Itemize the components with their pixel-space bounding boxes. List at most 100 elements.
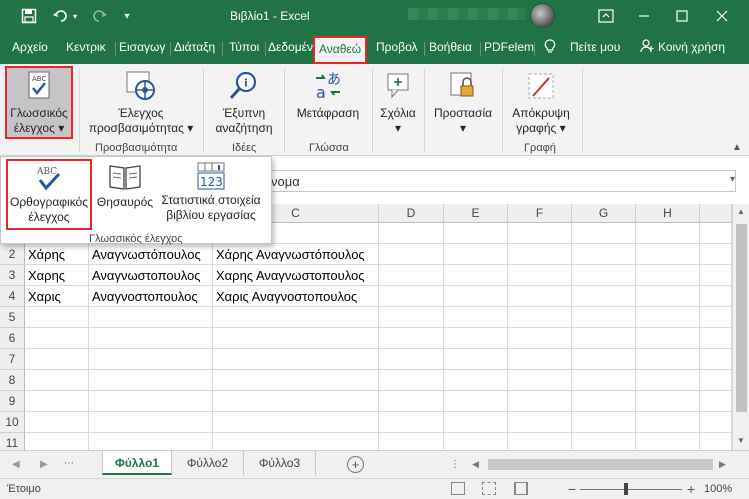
maximize-icon[interactable] xyxy=(670,5,694,27)
grid-cell[interactable] xyxy=(700,265,732,286)
page-layout-view-icon[interactable] xyxy=(482,482,496,495)
grid-cell[interactable] xyxy=(444,433,508,450)
grid-cell[interactable] xyxy=(444,265,508,286)
grid-cell[interactable] xyxy=(572,307,636,328)
tab-insert[interactable]: Εισαγωγ xyxy=(119,40,165,54)
tab-review[interactable]: Αναθεώ xyxy=(313,36,368,64)
sheet-tab-2[interactable]: Φύλλο2 xyxy=(172,451,244,475)
grid-cell[interactable] xyxy=(636,307,700,328)
zoom-level[interactable]: 100% xyxy=(704,483,732,495)
grid-cell[interactable] xyxy=(700,370,732,391)
tab-formulas[interactable]: Τύποι xyxy=(229,40,259,54)
protect-button[interactable]: Προστασία ▾ xyxy=(428,70,498,136)
grid-cell[interactable] xyxy=(572,433,636,450)
grid-cell[interactable] xyxy=(508,286,572,307)
cell-value[interactable]: Χαρης Αναγνωστοπουλος xyxy=(213,266,365,286)
column-header-h[interactable]: H xyxy=(636,204,700,223)
column-header-g[interactable]: G xyxy=(572,204,636,223)
cell-value[interactable]: Αναγνοστοπουλος xyxy=(89,287,198,307)
prev-sheet-icon[interactable]: ◀ xyxy=(12,459,20,470)
grid-cell[interactable] xyxy=(89,328,213,349)
check-accessibility-button[interactable]: Έλεγχος προσβασιμότητας ▾ xyxy=(84,70,198,136)
grid-cell[interactable] xyxy=(636,328,700,349)
thesaurus-button[interactable]: Θησαυρός xyxy=(95,163,155,210)
grid-cell[interactable] xyxy=(572,244,636,265)
grid-cell[interactable] xyxy=(572,412,636,433)
grid-cell[interactable] xyxy=(444,412,508,433)
grid-cell[interactable] xyxy=(700,286,732,307)
cell-value[interactable]: Χαρης xyxy=(25,266,65,286)
grid-cell[interactable] xyxy=(700,412,732,433)
share-person-icon[interactable] xyxy=(640,39,654,56)
undo-dropdown-icon[interactable]: ▾ xyxy=(70,6,80,26)
zoom-in-icon[interactable]: + xyxy=(687,481,695,497)
grid-cell[interactable] xyxy=(25,391,89,412)
comments-button[interactable]: Σχόλια ▾ xyxy=(376,70,420,136)
column-header-d[interactable]: D xyxy=(379,204,444,223)
customize-toolbar-icon[interactable]: ▾ xyxy=(116,6,138,26)
page-break-view-icon[interactable] xyxy=(514,482,528,495)
grid-cell[interactable] xyxy=(508,412,572,433)
horizontal-scroll-thumb[interactable] xyxy=(488,459,713,470)
grid-cell[interactable] xyxy=(508,307,572,328)
grid-cell[interactable] xyxy=(444,286,508,307)
column-header-f[interactable]: F xyxy=(508,204,572,223)
grid-cell[interactable] xyxy=(379,265,444,286)
row-header[interactable]: 11 xyxy=(0,433,25,450)
grid-cell[interactable] xyxy=(89,412,213,433)
grid-cell[interactable] xyxy=(379,223,444,244)
scroll-up-icon[interactable]: ▲ xyxy=(737,207,745,216)
grid-cell[interactable] xyxy=(25,370,89,391)
grid-cell[interactable] xyxy=(572,391,636,412)
tab-page-layout[interactable]: Διάταξη xyxy=(174,40,215,54)
tab-help[interactable]: Βοήθεια xyxy=(429,40,472,54)
grid-cell[interactable] xyxy=(508,370,572,391)
minimize-icon[interactable] xyxy=(632,5,656,27)
column-header-e[interactable]: E xyxy=(444,204,508,223)
cell-value[interactable]: Αναγνωστοπουλος xyxy=(89,266,201,286)
grid-cell[interactable] xyxy=(379,244,444,265)
grid-cell[interactable] xyxy=(700,223,732,244)
grid-cell[interactable] xyxy=(636,412,700,433)
row-header[interactable]: 3 xyxy=(0,265,25,286)
proofing-button[interactable]: ABC Γλωσσικός έλεγχος ▾ xyxy=(5,66,73,139)
grid-cell[interactable] xyxy=(213,370,379,391)
grid-cell[interactable] xyxy=(379,286,444,307)
grid-cell[interactable] xyxy=(213,349,379,370)
smart-lookup-button[interactable]: i Έξυπνη αναζήτηση xyxy=(208,70,280,136)
formula-input[interactable]: νομα xyxy=(270,170,736,192)
more-sheets-icon[interactable]: ⋯ xyxy=(64,458,74,469)
translate-button[interactable]: aあ Μετάφραση xyxy=(290,70,366,121)
grid-cell[interactable] xyxy=(25,349,89,370)
grid-cell[interactable] xyxy=(572,328,636,349)
next-sheet-icon[interactable]: ▶ xyxy=(40,459,48,470)
grid-cell[interactable] xyxy=(25,307,89,328)
grid-cell[interactable] xyxy=(636,433,700,450)
expand-formula-bar-icon[interactable]: ▾ xyxy=(730,174,735,185)
collapse-ribbon-icon[interactable]: ▲ xyxy=(732,142,742,153)
vertical-scroll-thumb[interactable] xyxy=(736,224,747,412)
cell-value[interactable]: Χαρις Αναγνοστοπουλος xyxy=(213,287,357,307)
row-header[interactable]: 7 xyxy=(0,349,25,370)
grid-cell[interactable] xyxy=(379,412,444,433)
grid-cell[interactable] xyxy=(444,370,508,391)
grid-cell[interactable] xyxy=(508,223,572,244)
grid-cell[interactable] xyxy=(572,265,636,286)
grid-cell[interactable] xyxy=(508,433,572,450)
grid-cell[interactable] xyxy=(636,265,700,286)
cell-value[interactable]: Αναγνωστόπουλος xyxy=(89,245,201,265)
grid-cell[interactable] xyxy=(379,307,444,328)
grid-cell[interactable] xyxy=(444,244,508,265)
grid-cell[interactable] xyxy=(89,307,213,328)
grid-cell[interactable] xyxy=(213,412,379,433)
row-header[interactable]: 4 xyxy=(0,286,25,307)
sheet-tab-1[interactable]: Φύλλο1 xyxy=(102,451,172,475)
grid-cell[interactable] xyxy=(213,328,379,349)
grid-cell[interactable] xyxy=(700,307,732,328)
scroll-down-icon[interactable]: ▼ xyxy=(737,436,745,445)
grid-cell[interactable] xyxy=(636,286,700,307)
normal-view-icon[interactable] xyxy=(451,482,465,495)
grid-cell[interactable] xyxy=(636,349,700,370)
grid-cell[interactable] xyxy=(379,391,444,412)
grid-cell[interactable] xyxy=(25,328,89,349)
